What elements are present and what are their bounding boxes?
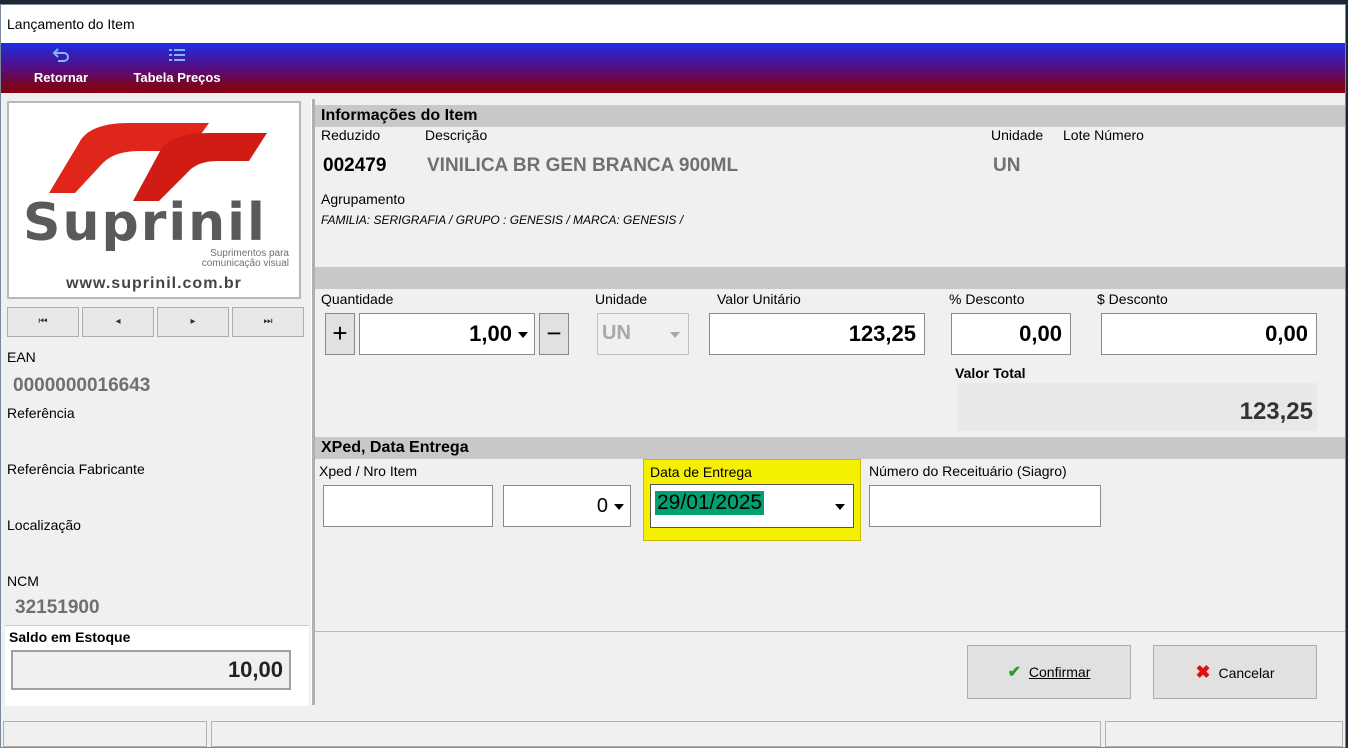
chevron-down-icon[interactable] [518, 332, 528, 338]
first-record-button[interactable]: ⏮ [7, 307, 79, 337]
decrease-quantity-button[interactable]: − [539, 313, 569, 355]
stock-panel: Saldo em Estoque 10,00 [5, 625, 309, 706]
left-panel: Suprinil Suprimentos para comunicação vi… [3, 99, 309, 706]
quantity-value: 1,00 [469, 321, 512, 346]
reference-label: Referência [7, 405, 75, 421]
unit-price-label: Valor Unitário [717, 291, 801, 307]
window-title: Lançamento do Item [7, 16, 135, 32]
quantity-label: Quantidade [321, 291, 394, 307]
footer-divider [315, 631, 1345, 632]
status-panel-1 [3, 721, 207, 747]
unit-value: UN [993, 155, 1021, 176]
chevron-down-icon [670, 332, 680, 338]
ean-value: 0000000016643 [13, 375, 151, 396]
location-label: Localização [7, 517, 81, 533]
logo-url: www.suprinil.com.br [66, 275, 242, 292]
back-label: Retornar [33, 70, 89, 85]
ncm-label: NCM [7, 573, 39, 589]
lot-number-label: Lote Número [1063, 127, 1144, 143]
delivery-date-value: 29/01/2025 [655, 491, 765, 515]
grouping-label: Agrupamento [321, 191, 406, 207]
logo-tagline: Suprimentos para comunicação visual [201, 248, 289, 269]
unit-price-field[interactable]: 123,25 [709, 313, 925, 355]
total-label: Valor Total [955, 365, 1026, 381]
stock-label: Saldo em Estoque [9, 629, 131, 645]
pricing-unit-label: Unidade [595, 291, 648, 307]
close-icon: ✖ [1195, 662, 1211, 682]
confirm-button[interactable]: ✔ Confirmar [967, 645, 1131, 699]
xped-header: XPed, Data Entrega [315, 437, 1345, 459]
last-record-button[interactable]: ⏭ [232, 307, 304, 337]
check-icon: ✔ [1007, 664, 1022, 681]
grouping-value: FAMILIA: SERIGRAFIA / GRUPO : GENESIS / … [321, 213, 684, 227]
item-info-header: Informações do Item [315, 105, 1345, 127]
cancel-label: Cancelar [1218, 665, 1275, 681]
ncm-value: 32151900 [15, 597, 100, 618]
increase-quantity-button[interactable]: + [325, 313, 355, 355]
price-table-button[interactable]: Tabela Preços [119, 47, 235, 91]
unit-select[interactable]: UN [597, 313, 689, 355]
total-value: 123,25 [957, 383, 1317, 431]
discount-amount-label: $ Desconto [1097, 291, 1168, 307]
confirm-label: Confirmar [1028, 664, 1091, 680]
stock-value: 10,00 [11, 650, 291, 690]
xped-field[interactable] [323, 485, 493, 527]
chevron-down-icon[interactable] [835, 504, 845, 510]
item-number-field[interactable]: 0 [503, 485, 631, 527]
receipt-number-field[interactable] [869, 485, 1101, 527]
title-bar: Lançamento do Item [1, 5, 1345, 43]
ean-label: EAN [7, 349, 36, 365]
manufacturer-reference-label: Referência Fabricante [7, 461, 145, 477]
item-number-value: 0 [596, 495, 608, 517]
receipt-number-label: Número do Receituário (Siagro) [869, 463, 1067, 479]
item-entry-window: Lançamento do Item Retornar Tabela Preço… [0, 4, 1346, 748]
back-button[interactable]: Retornar [25, 47, 97, 91]
unit-label: Unidade [991, 127, 1044, 143]
description-value: VINILICA BR GEN BRANCA 900ML [427, 155, 739, 176]
quantity-field[interactable]: 1,00 [359, 313, 535, 355]
next-record-button[interactable]: ▸ [157, 307, 229, 337]
discount-amount-field[interactable]: 0,00 [1101, 313, 1317, 355]
status-panel-2 [211, 721, 1101, 747]
delivery-date-picker[interactable]: 29/01/2025 [650, 484, 854, 528]
toolbar: Retornar Tabela Preços [1, 43, 1345, 93]
pricing-separator [315, 267, 1345, 289]
price-table-label: Tabela Preços [133, 70, 221, 85]
code-label: Reduzido [321, 127, 381, 143]
chevron-down-icon[interactable] [614, 504, 624, 510]
list-icon [119, 47, 235, 67]
brand-logo: Suprinil Suprimentos para comunicação vi… [7, 101, 301, 299]
cancel-button[interactable]: ✖ Cancelar [1153, 645, 1317, 699]
delivery-date-highlight: Data de Entrega 29/01/2025 [643, 459, 861, 541]
discount-percent-field[interactable]: 0,00 [951, 313, 1071, 355]
code-value: 002479 [323, 155, 387, 176]
xped-label: Xped / Nro Item [319, 463, 418, 479]
description-label: Descrição [425, 127, 488, 143]
record-navigator: ⏮ ◂ ▸ ⏭ [7, 307, 304, 337]
logo-brand-text: Suprinil [23, 193, 267, 253]
prev-record-button[interactable]: ◂ [82, 307, 154, 337]
main-panel: Informações do Item Reduzido Descrição U… [315, 99, 1345, 629]
unit-select-value: UN [602, 322, 631, 344]
delivery-date-label: Data de Entrega [650, 464, 752, 480]
status-panel-3 [1105, 721, 1343, 747]
discount-percent-label: % Desconto [949, 291, 1025, 307]
undo-arrow-icon [25, 47, 97, 67]
